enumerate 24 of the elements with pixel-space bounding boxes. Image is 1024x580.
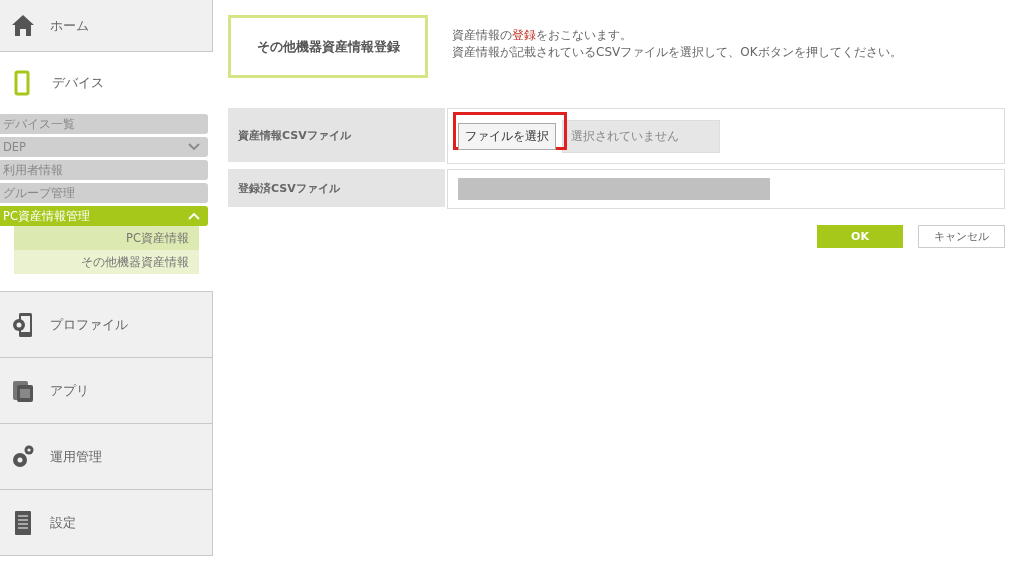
nav-label: アプリ — [50, 381, 89, 400]
description-text: 資産情報が記載されているCSVファイルを選択して、OKボタンを押してください。 — [452, 44, 902, 61]
nav-item[interactable]: アプリ — [0, 357, 213, 424]
nav-label: プロファイル — [50, 315, 128, 334]
chevron-icon — [188, 143, 200, 151]
nav-label: 設定 — [50, 513, 76, 532]
description-text: 資産情報の登録をおこないます。 — [452, 27, 633, 44]
file-name-field: 選択されていません — [562, 119, 720, 153]
page-title: その他機器資産情報登録 — [228, 15, 428, 78]
nav-item[interactable]: 設定 — [0, 489, 213, 556]
nav-label: ホーム — [50, 16, 89, 35]
nav-label: 運用管理 — [50, 447, 102, 466]
nav-item[interactable]: 運用管理 — [0, 423, 213, 490]
nav-label[interactable]: デバイス — [52, 74, 104, 92]
submenu-child[interactable]: PC資産情報 — [14, 226, 199, 250]
nav-item[interactable]: プロファイル — [0, 291, 213, 358]
field-label: 資産情報CSVファイル — [228, 108, 445, 162]
home-icon — [10, 12, 36, 39]
nav-item[interactable]: ホーム — [0, 0, 213, 52]
cancel-button[interactable]: キャンセル — [918, 225, 1005, 248]
submenu-child[interactable]: その他機器資産情報 — [14, 250, 199, 274]
field-label: 登録済CSVファイル — [228, 169, 445, 207]
file-button[interactable]: ファイルを選択 — [458, 122, 556, 150]
chevron-icon — [188, 212, 200, 220]
